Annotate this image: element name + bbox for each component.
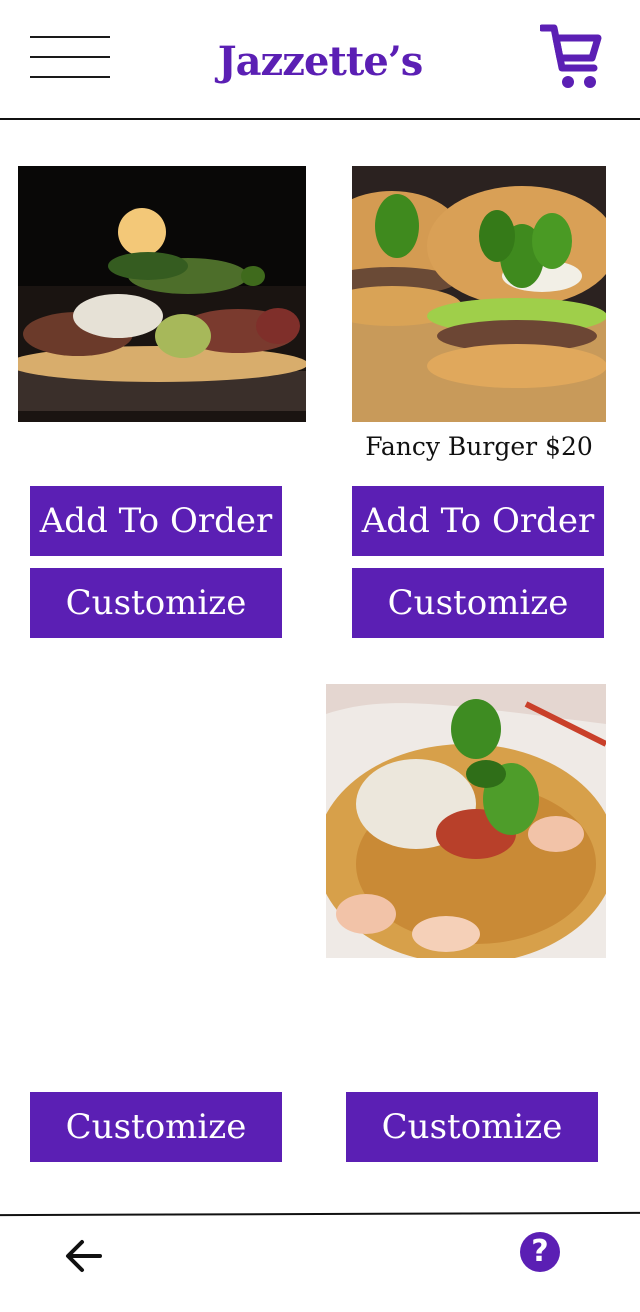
burger-add-to-order-button[interactable]: Add To Order	[352, 486, 604, 556]
pasta-photo[interactable]	[326, 684, 606, 958]
app-header: Jazzette’s	[0, 0, 640, 118]
burger-caption: Fancy Burger $20	[365, 432, 593, 461]
tacos-customize-button[interactable]: Customize	[30, 568, 282, 638]
item3-customize-button[interactable]: Customize	[30, 1092, 282, 1162]
pasta-customize-button[interactable]: Customize	[346, 1092, 598, 1162]
header-divider	[0, 118, 640, 120]
question-mark-icon[interactable]: ?	[520, 1232, 560, 1272]
burger-customize-button[interactable]: Customize	[352, 568, 604, 638]
tacos-photo[interactable]	[18, 166, 306, 422]
tacos-add-to-order-button[interactable]: Add To Order	[30, 486, 282, 556]
footer-divider	[0, 1211, 640, 1217]
arrow-left-icon[interactable]	[62, 1236, 106, 1276]
shopping-cart-icon[interactable]	[538, 24, 602, 92]
burger-photo[interactable]	[352, 166, 606, 422]
